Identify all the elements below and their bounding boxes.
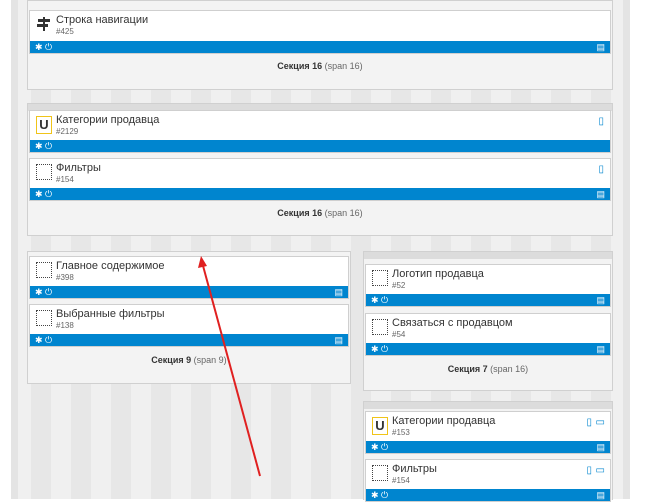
annotation-arrow bbox=[198, 256, 261, 477]
